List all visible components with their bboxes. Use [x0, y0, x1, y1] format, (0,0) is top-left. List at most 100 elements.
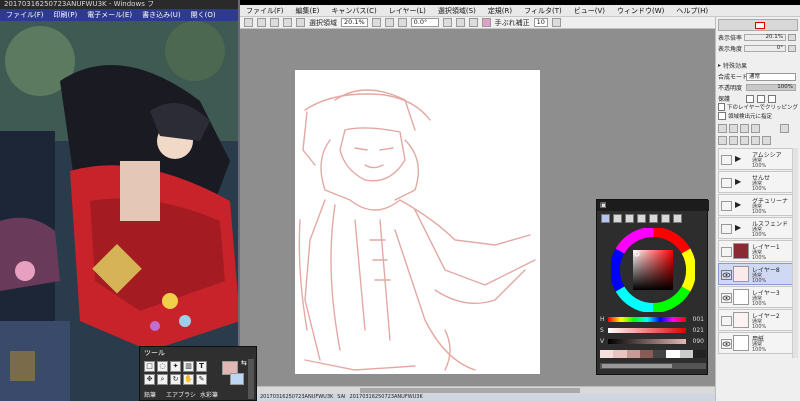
viewer-menu-open[interactable]: 開く(O): [191, 10, 216, 20]
brush-label-pencil[interactable]: 鉛筆: [144, 390, 156, 399]
menu-view[interactable]: ビュー(V): [568, 6, 611, 16]
duplicate-layer-button[interactable]: [751, 124, 760, 133]
visibility-eye-icon[interactable]: [721, 316, 732, 326]
taskbar-item-3[interactable]: 20170316250723ANUFWU3K: [349, 394, 422, 401]
menu-layer[interactable]: レイヤー(L): [383, 6, 432, 16]
trash-icon[interactable]: [762, 136, 771, 145]
lasso-tool[interactable]: ◌: [157, 361, 168, 372]
layer-select-tool[interactable]: ▥: [183, 361, 194, 372]
menu-ruler[interactable]: 定規(R): [482, 6, 518, 16]
layer-list-scrollbar[interactable]: [792, 148, 798, 358]
protect-checkbox-1[interactable]: [746, 94, 754, 103]
drawing-canvas[interactable]: [295, 70, 540, 374]
color-swatch-strip[interactable]: [600, 350, 706, 358]
viewer-menu-burn[interactable]: 書き込み(U): [142, 10, 181, 20]
protect-checkbox-2[interactable]: [757, 94, 765, 103]
brush-label-airbrush[interactable]: エアブラシ: [166, 390, 196, 399]
secondary-color-swatch[interactable]: [230, 373, 244, 385]
visibility-eye-icon[interactable]: [721, 224, 732, 234]
clear-layer-button[interactable]: [729, 136, 738, 145]
clip-checkbox[interactable]: [718, 103, 725, 111]
menu-canvas[interactable]: キャンバス(C): [325, 6, 382, 16]
layer-item-1[interactable]: レイヤー1 通常 100%: [718, 240, 798, 262]
color-panel-scrollbar[interactable]: [600, 363, 706, 369]
undo-button[interactable]: [244, 18, 253, 27]
invert-selection-button[interactable]: [283, 18, 292, 27]
layer-item-folder-1[interactable]: ▶ アムシシア 通常 100%: [718, 148, 798, 170]
swatch-tab[interactable]: [649, 214, 658, 223]
layer-item-2[interactable]: レイヤー2 通常 100%: [718, 309, 798, 331]
layer-item-folder-3[interactable]: ▶ グチュリーナ 通常 100%: [718, 194, 798, 216]
opacity-slider[interactable]: 100%: [746, 84, 796, 91]
folder-arrow-icon[interactable]: ▶: [735, 177, 741, 186]
stabilizer-field[interactable]: 10: [533, 18, 548, 27]
angle-field[interactable]: 0.0°: [410, 18, 439, 27]
redo-button[interactable]: [257, 18, 266, 27]
swap-colors-icon[interactable]: ⇆: [241, 359, 247, 367]
layer-item-folder-2[interactable]: ▶ せんせ 通常 100%: [718, 171, 798, 193]
hue-slider[interactable]: [608, 316, 686, 322]
layer-item-paper[interactable]: 用紙 通常 100%: [718, 332, 798, 354]
new-folder-button[interactable]: [740, 124, 749, 133]
menu-filter[interactable]: フィルタ(T): [518, 6, 568, 16]
nav-angle-slider[interactable]: 0°: [744, 45, 786, 52]
visibility-eye-icon[interactable]: [721, 247, 732, 257]
menu-window[interactable]: ウィンドウ(W): [611, 6, 670, 16]
zoom-out-button[interactable]: [371, 18, 381, 27]
color-wheel[interactable]: [611, 228, 695, 312]
visibility-eye-icon[interactable]: [721, 201, 732, 211]
deselect-button[interactable]: [270, 18, 279, 27]
menu-edit[interactable]: 編集(E): [290, 6, 326, 16]
merge-down-button[interactable]: [718, 136, 727, 145]
source-checkbox[interactable]: [718, 112, 726, 120]
hand-tool[interactable]: ✋: [183, 374, 194, 385]
zoom-reset-button[interactable]: [397, 18, 407, 27]
rotate-left-button[interactable]: [442, 18, 452, 27]
stabilizer-dropdown[interactable]: [551, 18, 561, 27]
rotate-reset-button[interactable]: [468, 18, 478, 27]
saturation-slider[interactable]: [608, 327, 686, 333]
move-layer-button[interactable]: [780, 124, 789, 133]
folder-arrow-icon[interactable]: ▶: [735, 200, 741, 209]
menu-help[interactable]: ヘルプ(H): [670, 6, 714, 16]
copy-layer-button[interactable]: [740, 136, 749, 145]
menu-selection[interactable]: 選択領域(S): [432, 6, 482, 16]
visibility-eye-icon[interactable]: [721, 178, 732, 188]
viewer-menu-email[interactable]: 電子メール(E): [87, 10, 132, 20]
nav-angle-reset[interactable]: [788, 45, 796, 52]
hsv-slider-tab[interactable]: [625, 214, 634, 223]
taskbar-item-2[interactable]: SAI: [337, 394, 345, 401]
zoom-field[interactable]: 20.1%: [341, 18, 368, 27]
selection-edge-toggle[interactable]: [296, 18, 305, 27]
text-tool[interactable]: T: [196, 361, 207, 372]
canvas-horizontal-scrollbar[interactable]: [240, 386, 715, 394]
viewer-menu-file[interactable]: ファイル(F): [6, 10, 44, 20]
layer-item-3[interactable]: レイヤー3 通常 100%: [718, 286, 798, 308]
visibility-eye-icon[interactable]: [721, 155, 732, 165]
color-mix-tab[interactable]: [637, 214, 646, 223]
navigator-preview[interactable]: [718, 19, 798, 31]
move-tool[interactable]: ✥: [144, 374, 155, 385]
effects-header[interactable]: ▸ 特殊効果: [718, 61, 798, 70]
visibility-eye-icon[interactable]: [721, 293, 732, 303]
value-slider[interactable]: [608, 338, 686, 344]
folder-arrow-icon[interactable]: ▶: [735, 223, 741, 232]
scratchpad-tab[interactable]: [661, 214, 670, 223]
blend-mode-select[interactable]: 通常: [746, 72, 796, 81]
visibility-eye-icon[interactable]: [721, 270, 732, 280]
new-linework-button[interactable]: [729, 124, 738, 133]
tool-panel-scrollbar[interactable]: [248, 359, 254, 399]
visibility-eye-icon[interactable]: [721, 339, 732, 349]
zoom-tool[interactable]: ⌕: [157, 374, 168, 385]
viewer-menu-print[interactable]: 印刷(P): [54, 10, 78, 20]
protect-checkbox-3[interactable]: [768, 94, 776, 103]
color-wheel-tab[interactable]: [601, 214, 610, 223]
layer-item-8-selected[interactable]: レイヤー8 通常 100%: [718, 263, 798, 285]
rotate-right-button[interactable]: [455, 18, 465, 27]
nav-zoom-reset[interactable]: [788, 34, 796, 41]
delete-layer-button[interactable]: [751, 136, 760, 145]
zoom-in-button[interactable]: [384, 18, 394, 27]
folder-arrow-icon[interactable]: ▶: [735, 154, 741, 163]
nav-zoom-slider[interactable]: 20.1%: [744, 34, 786, 41]
new-layer-button[interactable]: [718, 124, 727, 133]
